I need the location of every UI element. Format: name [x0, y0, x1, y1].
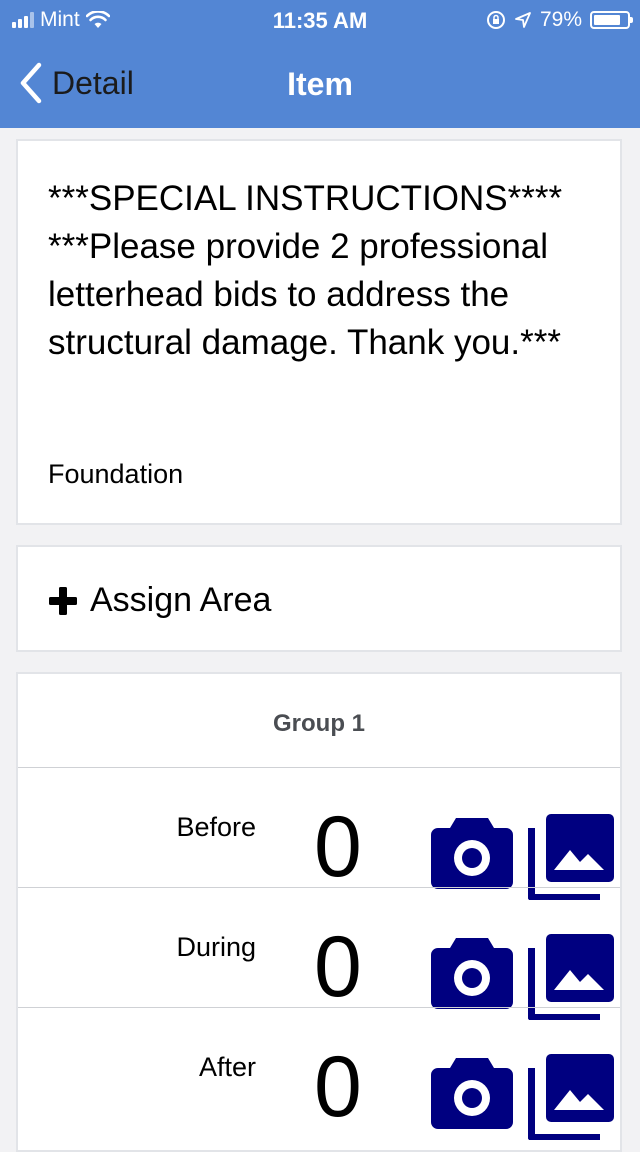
row-label: During: [176, 932, 256, 962]
category-label: Foundation: [48, 459, 184, 489]
camera-icon[interactable]: [430, 934, 514, 1010]
location-icon: [515, 12, 531, 28]
top-bar: Mint 11:35 AM 79% Detail Item: [0, 0, 640, 128]
photo-row-after: After 0: [18, 1007, 620, 1140]
group-title: Group 1: [272, 710, 365, 737]
camera-icon[interactable]: [430, 1054, 514, 1130]
photo-group-card: Group 1 Before 0 During 0 After 0: [16, 672, 622, 1152]
page-title: Item: [287, 66, 353, 102]
photo-count: 0: [314, 1039, 362, 1135]
special-instructions-text: ***SPECIAL INSTRUCTIONS**** ***Please pr…: [48, 179, 563, 362]
row-label: After: [198, 1052, 256, 1082]
camera-icon[interactable]: [430, 814, 514, 890]
rotation-lock-icon: [486, 11, 505, 29]
assign-area-label: Assign Area: [90, 581, 272, 619]
row-label: Before: [176, 812, 256, 842]
assign-area-button[interactable]: Assign Area: [16, 545, 622, 652]
photo-count: 0: [314, 919, 362, 1015]
photo-row-during: During 0: [18, 887, 620, 1020]
instructions-card: ***SPECIAL INSTRUCTIONS**** ***Please pr…: [16, 139, 622, 525]
assign-area-row: Assign Area: [48, 581, 271, 620]
gallery-icon[interactable]: [528, 1054, 614, 1140]
navigation-bar: Detail Item: [0, 50, 640, 120]
plus-icon: [49, 586, 77, 615]
battery-icon: [590, 11, 633, 29]
battery-percent: 79%: [539, 8, 582, 31]
photo-row-before: Before 0: [18, 767, 620, 900]
status-right: 79%: [486, 8, 633, 32]
photo-count: 0: [314, 799, 362, 895]
status-bar: Mint 11:35 AM 79%: [0, 0, 640, 40]
